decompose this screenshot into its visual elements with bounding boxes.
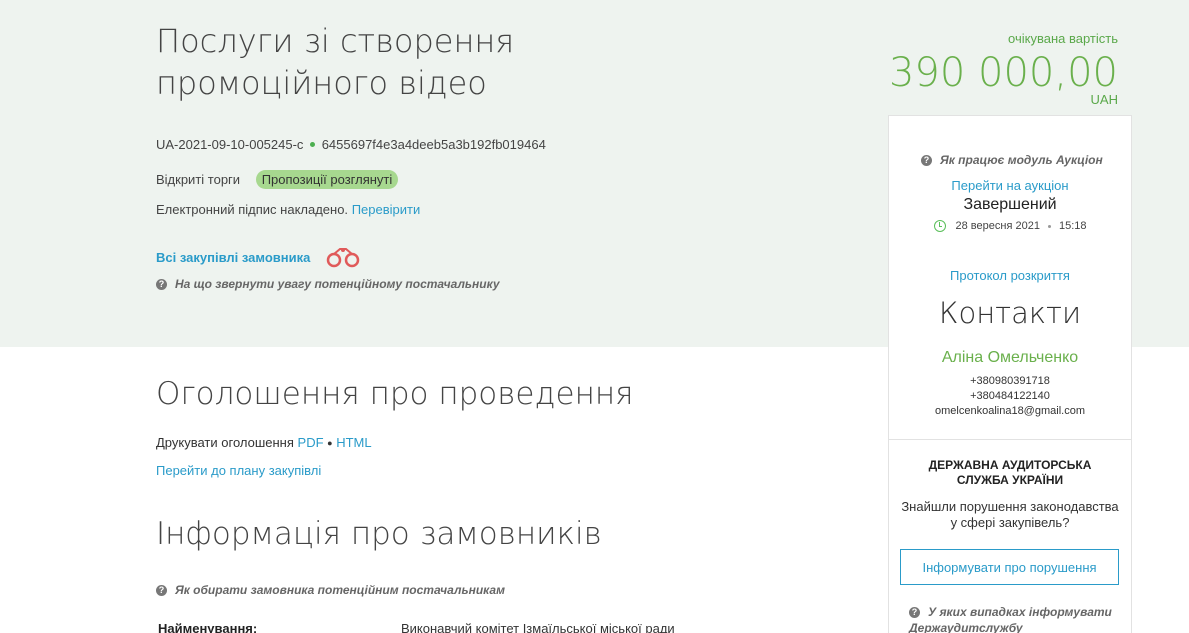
question-icon: ? (909, 606, 920, 618)
procurement-plan-link[interactable]: Перейти до плану закупівлі (156, 463, 321, 478)
question-icon: ? (921, 154, 932, 166)
supplier-hint[interactable]: ? На що звернути увагу потенційному пост… (156, 277, 500, 291)
supplier-hint-text: На що звернути увагу потенційному постач… (175, 277, 500, 291)
go-to-auction-link[interactable]: Перейти на аукціон (889, 178, 1131, 193)
procedure-type: Відкриті торги (156, 172, 241, 187)
expected-price-amount: 390 000,00 (888, 50, 1118, 96)
print-pdf-link[interactable]: PDF (298, 435, 324, 450)
contact-phone-2: +380484122140 (970, 390, 1050, 402)
auction-status: Завершений (963, 196, 1057, 213)
contacts-title: Контакти (938, 296, 1082, 330)
sidebar-panel: ? Як працює модуль Аукціон Перейти на ау… (888, 115, 1132, 633)
expected-price-currency: UAH (1090, 92, 1118, 107)
status-badge: Пропозиції розглянуті (255, 170, 399, 189)
tender-id: UA-2021-09-10-005245-c (156, 137, 304, 152)
contact-phone-1: +380980391718 (970, 375, 1050, 387)
signature-text: Електронний підпис накладено. (156, 202, 349, 217)
report-violation-button[interactable]: Інформувати про порушення (900, 549, 1119, 585)
audit-hint-text: У яких випадках інформувати Держаудитслу… (909, 605, 1112, 633)
customer-name-label: Найменування: (158, 621, 258, 633)
signature-row: Електронний підпис накладено. Перевірити (156, 202, 420, 217)
all-purchases-row: Всі закупівлі замовника (156, 246, 364, 268)
auction-date: 28 вересня 2021 (955, 220, 1040, 232)
contact-email: omelcenkoalina18@gmail.com (935, 405, 1085, 417)
bullet-separator: ● (327, 438, 333, 448)
auction-hint[interactable]: ? Як працює модуль Аукціон (921, 153, 1103, 167)
all-customer-purchases-link[interactable]: Всі закупівлі замовника (156, 250, 310, 265)
separator-dot-icon (1047, 224, 1051, 228)
sidebar-divider (889, 439, 1131, 440)
auction-hint-text: Як працює модуль Аукціон (940, 153, 1103, 167)
tender-hash: 6455697f4e3a4deeb5a3b192fb019464 (321, 137, 546, 152)
print-html-link[interactable]: HTML (336, 435, 371, 450)
clock-icon (933, 220, 946, 232)
tender-title: Послуги зі створення промоційного відео (156, 22, 515, 102)
question-icon: ? (156, 584, 167, 596)
customer-hint[interactable]: ? Як обирати замовника потенційним поста… (156, 583, 505, 597)
announcement-heading: Оголошення про проведення (156, 376, 634, 412)
binoculars-icon[interactable] (324, 246, 364, 268)
customer-name-value: Виконавчий комітет Ізмаїльської міської … (401, 621, 675, 633)
opening-protocol-link[interactable]: Протокол розкриття (889, 268, 1131, 283)
auction-datetime: 28 вересня 2021 15:18 (889, 220, 1131, 232)
tender-identifiers: UA-2021-09-10-005245-c 6455697f4e3a4deeb… (156, 137, 546, 152)
question-icon: ? (156, 278, 167, 290)
procedure-row: Відкриті торги Пропозиції розглянуті (156, 170, 399, 189)
audit-hint[interactable]: ? У яких випадках інформувати Держаудитсл… (909, 604, 1129, 633)
audit-service-title: ДЕРЖАВНА АУДИТОРСЬКА СЛУЖБА УКРАЇНИ (928, 458, 1092, 487)
print-label: Друкувати оголошення (156, 435, 294, 450)
separator-dot-icon (310, 142, 316, 148)
customer-hint-text: Як обирати замовника потенційним постача… (175, 583, 505, 597)
print-announcement-row: Друкувати оголошення PDF ● HTML (156, 435, 372, 450)
contact-name: Аліна Омельченко (941, 349, 1079, 366)
audit-service-text: Знайшли порушення законодавства у сфері … (901, 499, 1119, 530)
verify-signature-link[interactable]: Перевірити (352, 202, 421, 217)
expected-price-label: очікувана вартість (1008, 31, 1118, 46)
customers-heading: Інформація про замовників (156, 516, 602, 552)
auction-time: 15:18 (1058, 220, 1087, 232)
